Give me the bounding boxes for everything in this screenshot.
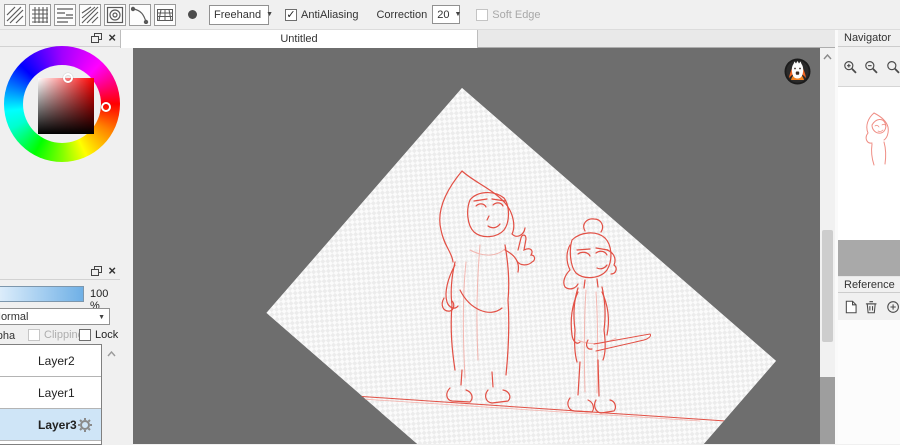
chevron-up-icon: [823, 54, 832, 60]
snap-circle-icon[interactable]: [104, 3, 126, 26]
reference-toolbar: [838, 294, 900, 320]
scrollbar-up-button[interactable]: [820, 50, 835, 64]
snap-parallel-icon[interactable]: [4, 3, 26, 26]
hue-cursor[interactable]: [101, 102, 111, 112]
scrollbar-thumb[interactable]: [822, 230, 833, 342]
antialiasing-option[interactable]: ✓ AntiAliasing: [285, 8, 359, 21]
chevron-down-icon: ▼: [454, 11, 462, 18]
zoom-in-icon[interactable]: [843, 59, 857, 75]
tab-untitled[interactable]: Untitled: [120, 30, 478, 48]
alpha-label: Alpha: [0, 330, 16, 342]
canvas-vertical-scrollbar[interactable]: [820, 48, 835, 444]
chevron-down-icon: ▼: [266, 11, 274, 18]
tab-title: Untitled: [280, 33, 318, 45]
top-toolbar: Freehand ▼ ✓ AntiAliasing Correction 20 …: [0, 0, 900, 30]
layer-name: Layer2: [38, 353, 75, 368]
soft-edge-option: Soft Edge: [476, 8, 541, 21]
correction-dropdown[interactable]: 20 ▼: [432, 5, 462, 24]
new-reference-icon[interactable]: [845, 299, 857, 315]
color-panel: ×: [0, 30, 120, 263]
reference-zoom-icon[interactable]: [886, 299, 900, 315]
antialiasing-label: AntiAliasing: [301, 8, 359, 21]
snap-radial-icon[interactable]: [79, 3, 101, 26]
delete-reference-icon[interactable]: [865, 299, 877, 315]
float-panel-icon[interactable]: [91, 265, 103, 276]
layer-options-row: Alpha Clipping Lock: [0, 329, 120, 343]
layer-row-layer1[interactable]: Layer1: [0, 377, 101, 409]
color-wheel[interactable]: [4, 46, 120, 162]
snap-perspective-icon[interactable]: [154, 3, 176, 26]
lock-checkbox[interactable]: [79, 329, 91, 341]
freehand-dropdown[interactable]: Freehand ▼: [209, 4, 273, 25]
reference-title: Reference: [844, 279, 895, 291]
navigator-title: Navigator: [844, 32, 892, 44]
zoom-out-icon[interactable]: [864, 59, 878, 75]
navigator-panel-header: Navigator: [838, 30, 900, 47]
firealpaca-mascot-icon: [784, 58, 811, 85]
navigator-toolbar: [838, 48, 900, 86]
close-icon[interactable]: ×: [108, 31, 116, 44]
layers-panel: × 100 % Normal ▼ Alpha Clipping Lock Lay…: [0, 263, 120, 445]
clipping-label: Clipping: [44, 329, 84, 341]
blend-mode-value: Normal: [0, 311, 29, 323]
document-tab-bar: Untitled: [120, 30, 838, 48]
close-icon[interactable]: ×: [108, 264, 116, 277]
scrollbar-lower-block: [820, 377, 835, 444]
correction-label: Correction: [376, 8, 428, 21]
clipping-option: Clipping: [28, 329, 84, 341]
layers-panel-header: ×: [0, 263, 120, 280]
layer-row-layer3[interactable]: Layer3: [0, 409, 101, 441]
layer-list-scroll-up[interactable]: [105, 347, 118, 361]
sketch-drawing: [133, 48, 820, 444]
chevron-down-icon: ▼: [98, 314, 105, 321]
freehand-dropdown-value: Freehand: [214, 8, 262, 21]
soft-edge-label: Soft Edge: [492, 8, 541, 21]
clipping-checkbox: [28, 329, 40, 341]
soft-edge-checkbox: [476, 8, 489, 21]
navigator-preview-sketch: [865, 112, 889, 166]
float-panel-icon[interactable]: [91, 32, 103, 43]
brush-size-dot-icon[interactable]: [188, 10, 197, 19]
layer-opacity-slider[interactable]: [0, 286, 84, 302]
lock-option[interactable]: Lock: [79, 329, 118, 341]
firealpaca-window: { "toolbar": { "freehand_label": "Freeha…: [0, 0, 900, 445]
right-panel-column: Navigator Reference: [838, 30, 900, 444]
chevron-up-icon: [107, 351, 116, 357]
snap-tool-group: [4, 3, 176, 26]
snap-curve-icon[interactable]: [129, 3, 151, 26]
sv-cursor[interactable]: [63, 73, 73, 83]
saturation-value-square[interactable]: [38, 78, 94, 134]
layer-list: Layer2 Layer1 Layer3: [0, 344, 102, 445]
layer-settings-gear-icon[interactable]: [77, 417, 93, 433]
correction-value: 20: [437, 8, 450, 21]
color-panel-header: ×: [0, 30, 120, 47]
antialiasing-checkbox[interactable]: ✓: [285, 8, 297, 21]
lock-label: Lock: [95, 329, 119, 341]
zoom-reset-icon[interactable]: [886, 59, 900, 75]
reference-panel-header: Reference: [838, 276, 900, 293]
layer-row-layer2[interactable]: Layer2: [0, 345, 101, 377]
layer-name: Layer1: [38, 385, 75, 400]
navigator-background-area: [838, 240, 900, 276]
reference-content-area: [838, 320, 900, 444]
canvas-viewport[interactable]: [133, 48, 820, 444]
navigator-thumbnail[interactable]: [838, 86, 900, 240]
snap-grid-icon[interactable]: [29, 3, 51, 26]
snap-horizontal-icon[interactable]: [54, 3, 76, 26]
layer-name: Layer3: [38, 417, 77, 432]
blend-mode-dropdown[interactable]: Normal ▼: [0, 308, 110, 325]
